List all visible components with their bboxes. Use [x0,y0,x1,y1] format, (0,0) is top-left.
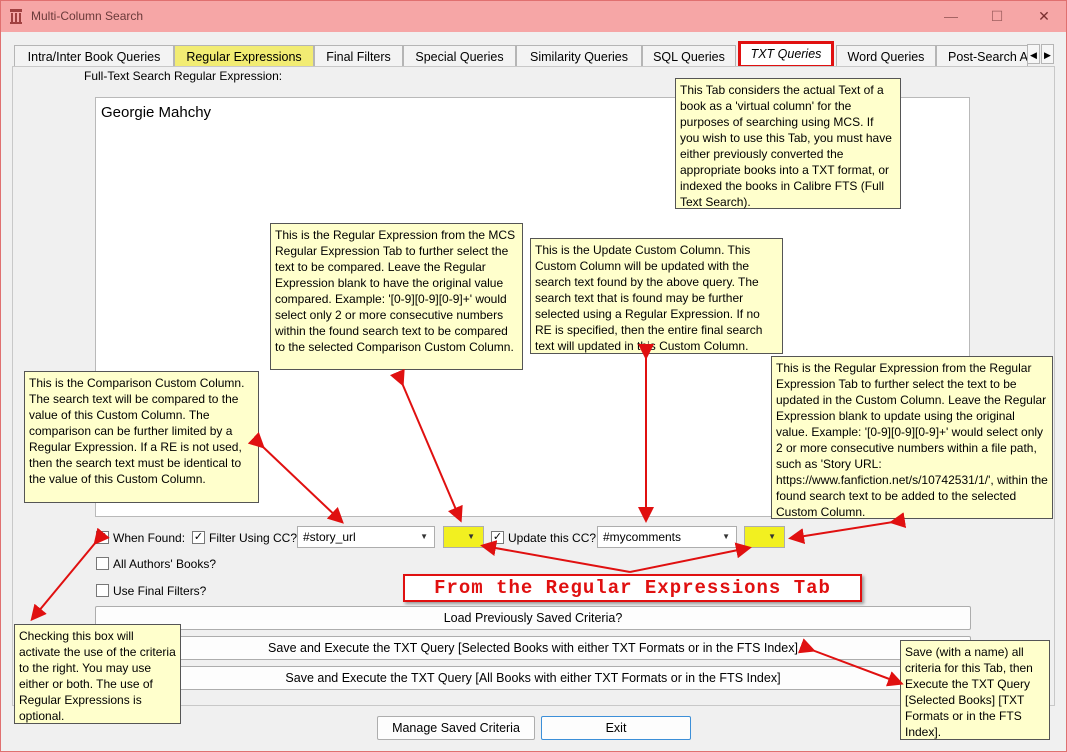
update-cc-value: #mycomments [603,530,682,544]
all-authors-label: All Authors' Books? [113,557,217,571]
window-title: Multi-Column Search [31,9,144,23]
filter-cc-label: Filter Using CC? [209,531,298,545]
minimize-button[interactable]: — [936,5,966,27]
tab-scroll-right-icon[interactable]: ▶ [1041,44,1054,64]
update-cc-checkbox[interactable]: ✓ [491,531,504,544]
save-execute-selected-button[interactable]: Save and Execute the TXT Query [Selected… [95,636,971,660]
maximize-button[interactable]: ☐ [982,5,1012,27]
compare-cc-value: #story_url [303,530,356,544]
update-cc-label: Update this CC? [508,531,597,545]
chevron-down-icon: ▼ [420,532,428,541]
final-filters-label: Use Final Filters? [113,584,207,598]
tab-final-filters[interactable]: Final Filters [314,45,403,67]
tab-special-queries[interactable]: Special Queries [403,45,516,67]
tab-post-search[interactable]: Post-Search A [936,45,1028,67]
chevron-down-icon: ▼ [467,532,475,541]
filter-cc-checkbox[interactable]: ✓ [192,531,205,544]
save-description-note: Save (with a name) all criteria for this… [900,640,1050,740]
manage-saved-criteria-button[interactable]: Manage Saved Criteria [377,716,535,740]
when-found-checkbox[interactable]: ✓ [96,531,109,544]
update-regex-select[interactable]: ▼ [744,526,785,548]
chevron-down-icon: ▼ [768,532,776,541]
tab-word-queries[interactable]: Word Queries [836,45,936,67]
regex-tab-banner: From the Regular Expressions Tab [403,574,862,602]
title-bar: Multi-Column Search — ☐ ✕ [1,1,1066,32]
load-criteria-button[interactable]: Load Previously Saved Criteria? [95,606,971,630]
save-execute-all-button[interactable]: Save and Execute the TXT Query [All Book… [95,666,971,690]
tab-txt-queries[interactable]: TXT Queries [738,41,834,68]
all-authors-checkbox[interactable] [96,557,109,570]
fts-label: Full-Text Search Regular Expression: [84,69,283,83]
regex-description-note: This is the Regular Expression from the … [270,223,523,370]
tab-similarity-queries[interactable]: Similarity Queries [516,45,642,67]
compare-cc-description-note: This is the Comparison Custom Column. Th… [24,371,259,503]
app-icon [10,9,22,24]
fts-regex-value: Georgie Mahchy [101,104,212,121]
update-regex-description-note: This is the Regular Expression from the … [771,356,1053,519]
compare-cc-select[interactable]: #story_url ▼ [297,526,435,548]
tab-sql-queries[interactable]: SQL Queries [642,45,736,67]
compare-regex-select[interactable]: ▼ [443,526,484,548]
tab-description-note: This Tab considers the actual Text of a … [675,78,901,209]
exit-button[interactable]: Exit [541,716,691,740]
tab-scroll-left-icon[interactable]: ◀ [1027,44,1040,64]
checkbox-description-note: Checking this box will activate the use … [14,624,181,724]
update-cc-select[interactable]: #mycomments ▼ [597,526,737,548]
chevron-down-icon: ▼ [722,532,730,541]
when-found-label: When Found: [113,531,186,545]
tab-regular-expressions[interactable]: Regular Expressions [174,45,314,67]
update-cc-description-note: This is the Update Custom Column. This C… [530,238,783,354]
close-button[interactable]: ✕ [1029,5,1059,27]
final-filters-checkbox[interactable] [96,584,109,597]
tab-intra-inter-book-queries[interactable]: Intra/Inter Book Queries [14,45,174,67]
